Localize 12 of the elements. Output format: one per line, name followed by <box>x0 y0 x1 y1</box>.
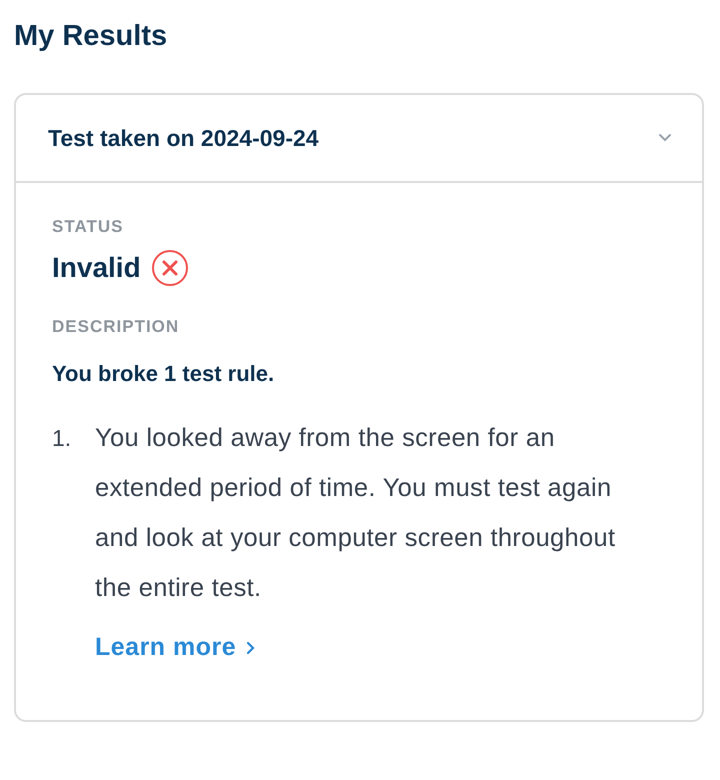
description-label: DESCRIPTION <box>52 317 180 337</box>
learn-more-link[interactable]: Learn more <box>95 633 256 662</box>
list-number: 1. <box>52 424 72 453</box>
status-label: STATUS <box>52 217 124 237</box>
test-date-title: Test taken on 2024-09-24 <box>48 124 319 152</box>
status-value: Invalid <box>52 252 141 284</box>
accordion-header[interactable]: Test taken on 2024-09-24 <box>16 95 702 183</box>
rule-text: You looked away from the screen for an extended period of time. You must test again and look at your computer screen throughout the entire test. <box>95 423 616 604</box>
description-summary: You broke 1 test rule. <box>52 361 276 387</box>
page-title: My Results <box>14 19 168 54</box>
chevron-down-icon <box>658 133 672 143</box>
chevron-right-icon <box>246 640 256 654</box>
